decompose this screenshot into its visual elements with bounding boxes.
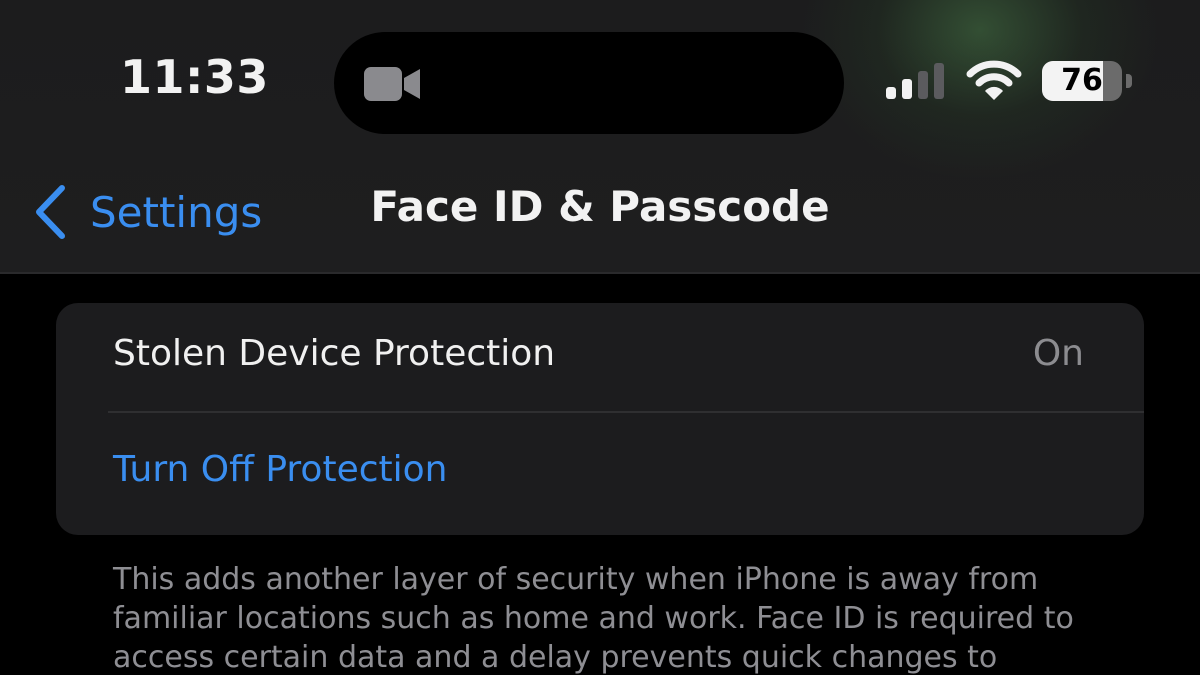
battery-body: 76: [1042, 61, 1122, 101]
iphone-screen: 11:33 76 Settings Face ID & Passcode Sto…: [0, 0, 1200, 675]
cellular-signal-icon: [886, 63, 944, 99]
row-value: On: [1032, 333, 1084, 374]
battery-level: 76: [1061, 63, 1103, 98]
status-time: 11:33: [120, 50, 269, 104]
turn-off-protection-button[interactable]: Turn Off Protection: [56, 419, 1144, 534]
battery-icon: 76: [1042, 61, 1132, 101]
back-button[interactable]: Settings: [32, 178, 262, 246]
turn-off-protection-label: Turn Off Protection: [113, 449, 448, 490]
video-camera-icon: [364, 67, 420, 101]
chevron-left-icon: [36, 185, 65, 239]
back-button-label: Settings: [90, 187, 263, 237]
row-separator: [108, 411, 1144, 413]
header-divider: [0, 272, 1200, 274]
stolen-device-protection-row[interactable]: Stolen Device Protection On: [56, 303, 1144, 418]
footer-description: This adds another layer of security when…: [113, 562, 1074, 675]
page-title: Face ID & Passcode: [370, 182, 830, 231]
battery-nub: [1126, 74, 1132, 88]
settings-group: Stolen Device Protection On Turn Off Pro…: [56, 303, 1144, 535]
row-label: Stolen Device Protection: [113, 333, 556, 374]
wifi-icon: [966, 60, 1022, 100]
